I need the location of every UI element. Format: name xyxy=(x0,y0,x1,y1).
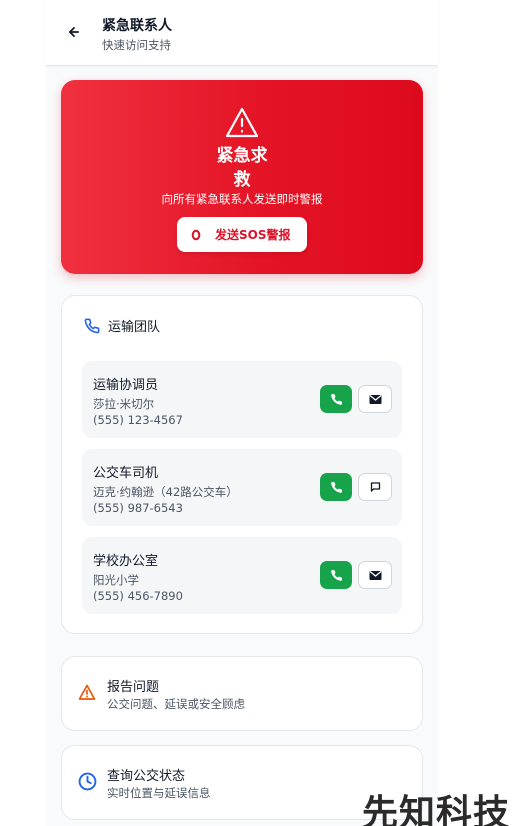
call-button[interactable] xyxy=(320,473,352,501)
contact-name: 迈克·约翰逊（42路公交车） xyxy=(93,485,238,499)
contact-name: 阳光小学 xyxy=(93,573,139,587)
sos-title: 紧急求救 xyxy=(216,146,268,190)
call-button[interactable] xyxy=(320,385,352,413)
arrow-left-icon xyxy=(69,27,79,37)
call-button[interactable] xyxy=(320,561,352,589)
report-issue-subtitle: 公交问题、延误或安全顾虑 xyxy=(107,697,245,711)
sos-description: 向所有紧急联系人发送即时警报 xyxy=(161,192,323,206)
contact-phone: (555) 987-6543 xyxy=(93,501,183,515)
report-issue-card[interactable]: 报告问题 公交问题、延误或安全顾虑 xyxy=(61,656,423,731)
email-button[interactable] xyxy=(358,561,392,589)
contact-card: 学校办公室 阳光小学 (555) 456-7890 xyxy=(82,537,402,614)
report-issue-title: 报告问题 xyxy=(107,680,160,695)
message-button[interactable] xyxy=(358,473,392,501)
contact-role: 学校办公室 xyxy=(93,554,159,569)
phone-icon xyxy=(330,481,342,493)
team-header: 运输团队 xyxy=(84,316,160,335)
contact-role: 公交车司机 xyxy=(93,466,159,481)
email-button[interactable] xyxy=(358,385,392,413)
contact-name: 莎拉·米切尔 xyxy=(93,397,155,411)
contact-card: 公交车司机 迈克·约翰逊（42路公交车） (555) 987-6543 xyxy=(82,449,402,526)
watermark: 先知科技 xyxy=(362,793,511,826)
alert-triangle-icon xyxy=(225,107,259,138)
message-icon xyxy=(370,482,380,492)
contact-phone: (555) 123-4567 xyxy=(93,413,183,427)
bus-status-title: 查询公交状态 xyxy=(107,769,186,784)
team-title: 运输团队 xyxy=(108,320,161,335)
send-sos-label: 发送SOS警报 xyxy=(215,228,291,242)
contact-card: 运输协调员 莎拉·米切尔 (555) 123-4567 xyxy=(82,361,402,438)
alert-triangle-icon xyxy=(77,682,97,702)
phone-icon xyxy=(84,318,100,333)
transport-team-card: 运输团队 运输协调员 莎拉·米切尔 (555) 123-4567 公交车司机 迈… xyxy=(61,295,423,634)
contact-phone: (555) 456-7890 xyxy=(93,589,183,603)
sos-card: 紧急求救 向所有紧急联系人发送即时警报 发送SOS警报 xyxy=(61,80,423,274)
back-button[interactable] xyxy=(62,20,86,44)
page-subtitle: 快速访问支持 xyxy=(102,38,171,52)
bus-status-subtitle: 实时位置与延误信息 xyxy=(107,786,211,800)
send-sos-button[interactable]: 发送SOS警报 xyxy=(177,217,307,252)
clock-icon xyxy=(77,771,97,791)
contact-role: 运输协调员 xyxy=(93,378,159,393)
mail-icon xyxy=(369,570,381,580)
mail-icon xyxy=(369,394,381,404)
phone-icon xyxy=(330,569,342,581)
page-title: 紧急联系人 xyxy=(102,18,172,34)
page-header: 紧急联系人 快速访问支持 xyxy=(46,0,438,66)
zero-icon xyxy=(191,229,201,240)
phone-icon xyxy=(330,393,342,405)
